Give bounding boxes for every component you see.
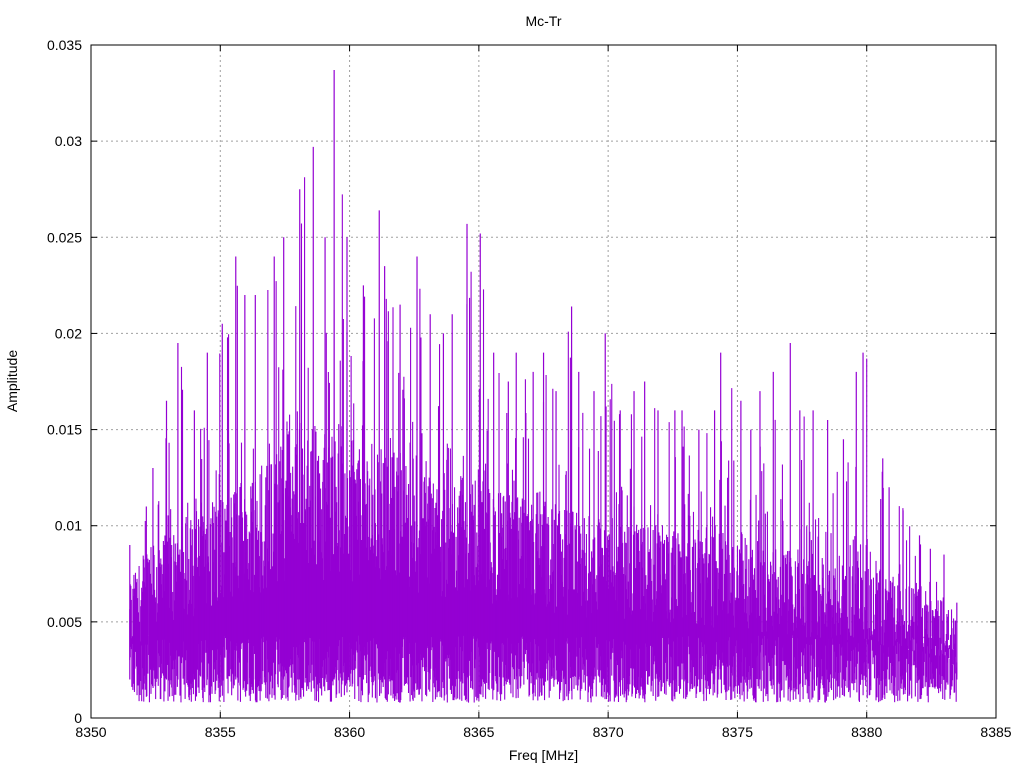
x-axis-label: Freq [MHz] (509, 747, 578, 763)
y-tick-label: 0.035 (47, 37, 82, 53)
x-tick-label: 8375 (722, 724, 753, 740)
y-tick-label: 0.005 (47, 614, 82, 630)
x-tick-label: 8380 (851, 724, 882, 740)
spectrum-series (129, 70, 958, 703)
x-tick-label: 8355 (205, 724, 236, 740)
chart: 8350 8355 8360 8365 8370 8375 8380 8385 0 0.005 0.… (4, 13, 1012, 763)
x-tick-label: 8350 (75, 724, 106, 740)
x-tick-label: 8365 (463, 724, 494, 740)
y-tick-label: 0.01 (55, 518, 82, 534)
chart-title: Mc-Tr (525, 13, 561, 29)
x-tick-label: 8385 (980, 724, 1011, 740)
y-tick-label: 0.025 (47, 229, 82, 245)
y-tick-label: 0 (74, 710, 82, 726)
x-tick-label: 8360 (334, 724, 365, 740)
y-axis-label: Amplitude (4, 350, 20, 412)
x-tick-label: 8370 (593, 724, 624, 740)
y-tick-label: 0.02 (55, 325, 82, 341)
y-tick-label: 0.03 (55, 133, 82, 149)
y-tick-label: 0.015 (47, 422, 82, 438)
